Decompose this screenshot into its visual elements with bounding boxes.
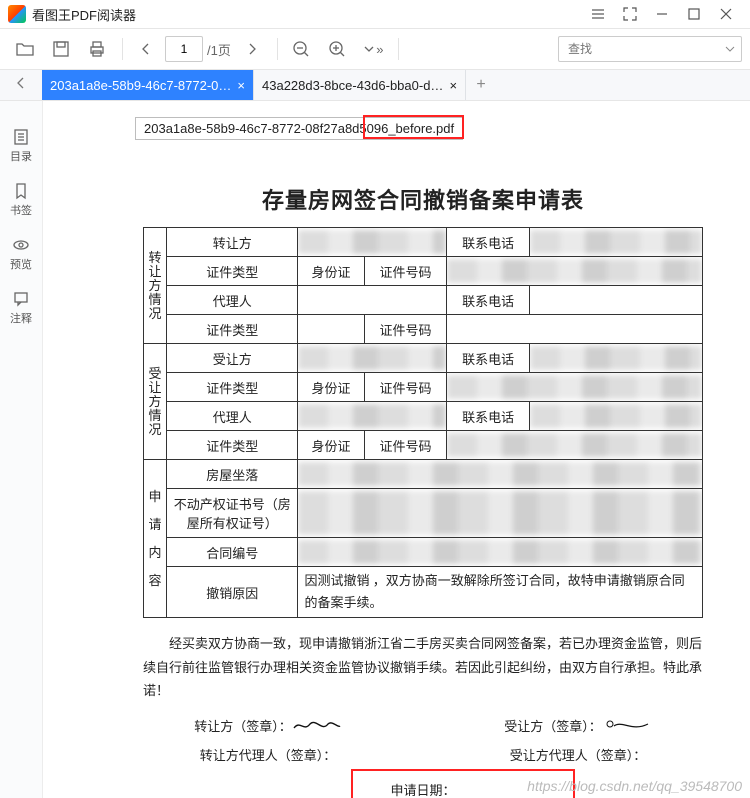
group-label-transferee: 受让方情况 bbox=[144, 344, 167, 460]
field-label: 不动产权证书号（房屋所有权证号） bbox=[167, 489, 298, 538]
zoom-out-button[interactable] bbox=[284, 32, 318, 66]
field-label: 证件号码 bbox=[364, 431, 447, 460]
sidebar-item-bookmark[interactable]: 书签 bbox=[0, 173, 42, 227]
field-value: 身份证 bbox=[298, 431, 364, 460]
field-label: 房屋坐落 bbox=[167, 460, 298, 489]
field-label: 证件号码 bbox=[364, 373, 447, 402]
field-label: 联系电话 bbox=[447, 402, 530, 431]
sidebar-item-label: 预览 bbox=[10, 256, 32, 272]
print-button[interactable] bbox=[80, 32, 114, 66]
app-logo bbox=[8, 5, 26, 23]
app-title: 看图王PDF阅读器 bbox=[32, 5, 136, 24]
form-table: 转让方情况 转让方 联系电话 证件类型 身份证 证件号码 代理人 联系电话 bbox=[143, 227, 703, 618]
separator bbox=[398, 38, 399, 60]
watermark-text: https://blog.csdn.net/qq_39548700 bbox=[527, 778, 742, 794]
field-label: 证件号码 bbox=[364, 257, 447, 286]
sidebar-item-annotate[interactable]: 注释 bbox=[0, 281, 42, 335]
document-viewer[interactable]: 203a1a8e-58b9-46c7-8772-08f27a8d5096_bef… bbox=[43, 101, 750, 798]
sidebar-item-label: 书签 bbox=[10, 202, 32, 218]
tab-inactive[interactable]: 43a228d3-8bce-43d6-bba0-d… × bbox=[254, 70, 466, 100]
document-title: 存量房网签合同撤销备案申请表 bbox=[113, 183, 733, 215]
field-value: 身份证 bbox=[298, 373, 364, 402]
menu-button[interactable] bbox=[582, 0, 614, 28]
page-number-input[interactable] bbox=[165, 36, 203, 62]
transferor-agent-signature: 转让方代理人（签章）： bbox=[200, 745, 337, 764]
prev-page-button[interactable] bbox=[129, 32, 163, 66]
close-icon[interactable]: × bbox=[449, 78, 457, 93]
group-label-transferor: 转让方情况 bbox=[144, 228, 167, 344]
field-label: 代理人 bbox=[167, 402, 298, 431]
field-label: 联系电话 bbox=[447, 344, 530, 373]
tab-active[interactable]: 203a1a8e-58b9-46c7-8772-0… × bbox=[42, 70, 254, 100]
field-label: 证件类型 bbox=[167, 315, 298, 344]
sidebar-item-preview[interactable]: 预览 bbox=[0, 227, 42, 281]
field-label: 证件类型 bbox=[167, 373, 298, 402]
maximize-button[interactable] bbox=[678, 0, 710, 28]
fullscreen-button[interactable] bbox=[614, 0, 646, 28]
signature-scribble-icon bbox=[602, 718, 652, 734]
new-tab-button[interactable]: + bbox=[466, 70, 496, 100]
field-label: 证件号码 bbox=[364, 315, 447, 344]
reason-text: 因测试撤销 ，双方协商一致解除所签订合同，故特申请撤销原合同的备案手续。 bbox=[298, 567, 703, 618]
field-label: 转让方 bbox=[167, 228, 298, 257]
tab-label: 203a1a8e-58b9-46c7-8772-0… bbox=[50, 78, 231, 93]
pdf-page: 存量房网签合同撤销备案申请表 转让方情况 转让方 联系电话 证件类型 身份证 证… bbox=[113, 111, 733, 798]
field-label: 联系电话 bbox=[447, 286, 530, 315]
field-label: 受让方 bbox=[167, 344, 298, 373]
transferor-signature: 转让方（签章）： bbox=[194, 716, 342, 735]
sidebar-item-label: 目录 bbox=[10, 148, 32, 164]
sidebar-item-toc[interactable]: 目录 bbox=[0, 119, 42, 173]
separator bbox=[277, 38, 278, 60]
search-dropdown-button[interactable] bbox=[725, 40, 735, 58]
tab-label: 43a228d3-8bce-43d6-bba0-d… bbox=[262, 78, 443, 93]
page-total-label: /1页 bbox=[207, 40, 231, 59]
open-file-button[interactable] bbox=[8, 32, 42, 66]
zoom-in-button[interactable] bbox=[320, 32, 354, 66]
sidebar-item-label: 注释 bbox=[10, 310, 32, 326]
search-input[interactable] bbox=[566, 41, 725, 57]
search-box[interactable] bbox=[558, 36, 742, 62]
field-label: 证件类型 bbox=[167, 257, 298, 286]
more-button[interactable]: » bbox=[356, 32, 390, 66]
annotation-box bbox=[363, 115, 464, 139]
field-label: 合同编号 bbox=[167, 538, 298, 567]
declaration-text: 经买卖双方协商一致，现申请撤销浙江省二手房买卖合同网签备案，若已办理资金监管，则… bbox=[143, 632, 703, 702]
field-value: 身份证 bbox=[298, 257, 364, 286]
separator bbox=[122, 38, 123, 60]
signature-scribble-icon bbox=[292, 718, 342, 734]
transferee-agent-signature: 受让方代理人（签章）： bbox=[510, 745, 647, 764]
minimize-button[interactable] bbox=[646, 0, 678, 28]
field-label: 联系电话 bbox=[447, 228, 530, 257]
transferee-signature: 受让方（签章）： bbox=[504, 716, 652, 735]
close-icon[interactable]: × bbox=[237, 78, 245, 93]
nav-back-button[interactable] bbox=[10, 70, 32, 96]
save-button[interactable] bbox=[44, 32, 78, 66]
close-window-button[interactable] bbox=[710, 0, 742, 28]
group-label-content: 申请内容 bbox=[144, 460, 167, 618]
field-label: 代理人 bbox=[167, 286, 298, 315]
next-page-button[interactable] bbox=[235, 32, 269, 66]
field-label: 证件类型 bbox=[167, 431, 298, 460]
field-label: 撤销原因 bbox=[167, 567, 298, 618]
